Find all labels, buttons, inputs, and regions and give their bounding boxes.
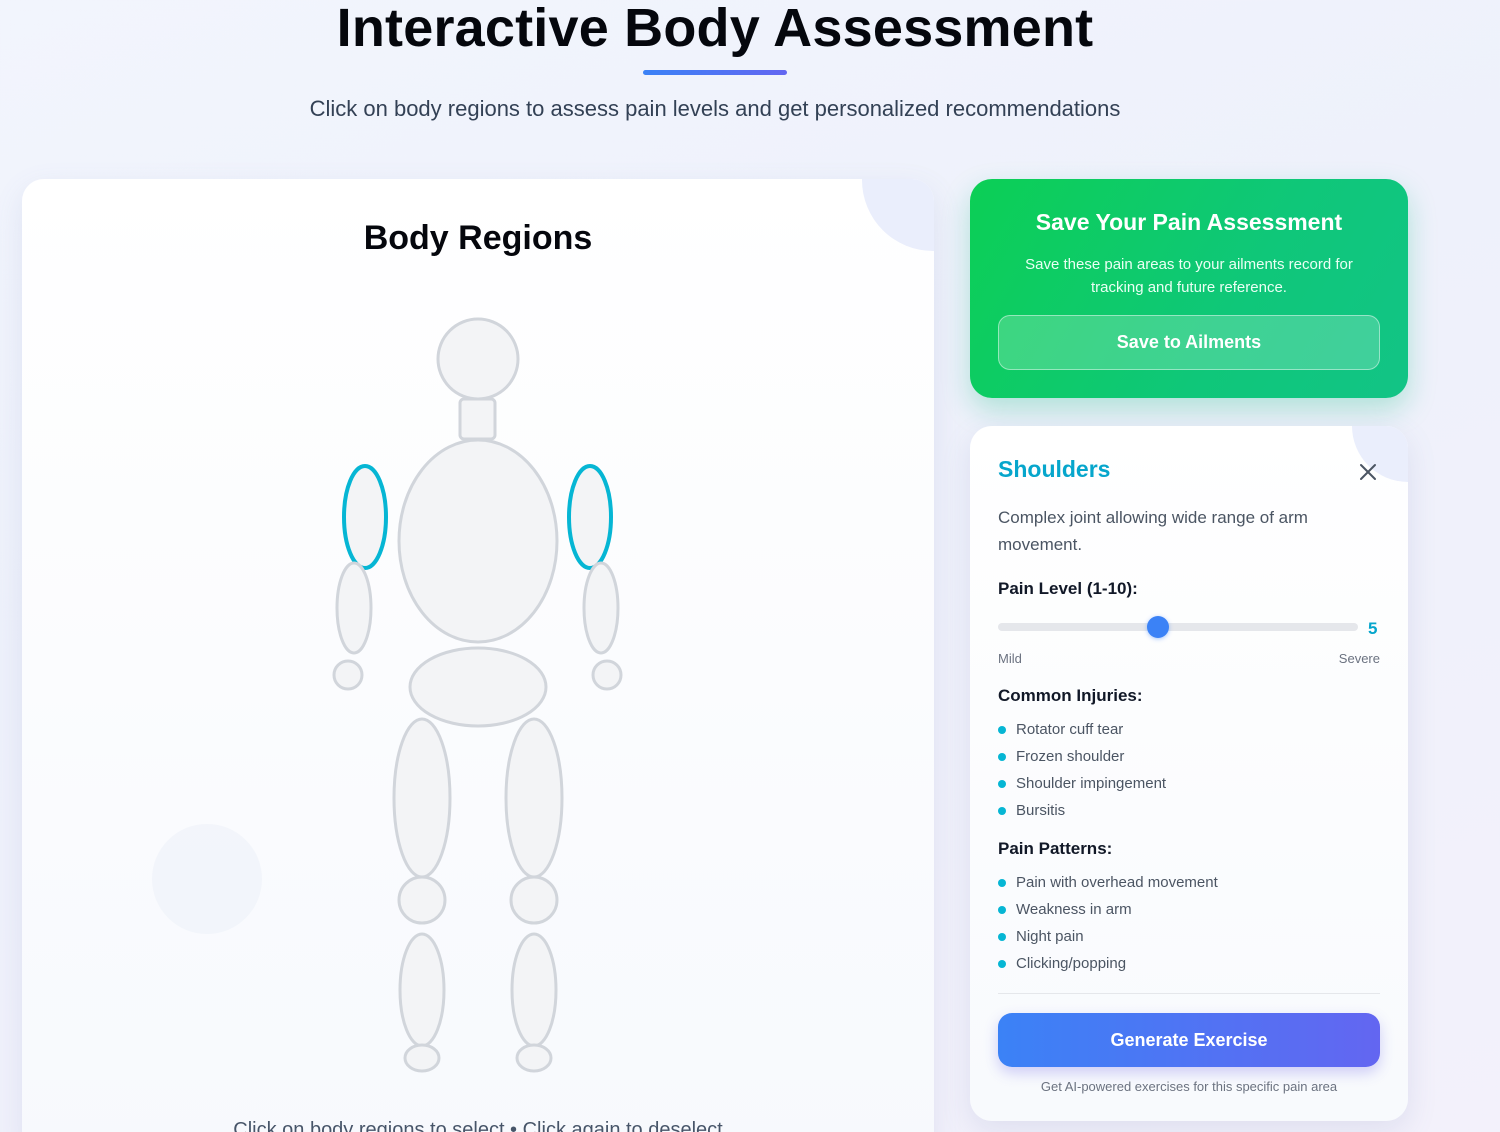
injury-item: Rotator cuff tear bbox=[998, 716, 1166, 743]
common-injuries-title: Common Injuries: bbox=[998, 686, 1143, 705]
injury-item: Bursitis bbox=[998, 797, 1166, 824]
pain-slider-thumb[interactable] bbox=[1147, 616, 1169, 638]
pain-level-value: 5 bbox=[1368, 619, 1378, 638]
save-to-ailments-button[interactable]: Save to Ailments bbox=[998, 315, 1380, 370]
save-assessment-panel: Save Your Pain Assessment Save these pai… bbox=[970, 179, 1408, 398]
region-right-knee[interactable] bbox=[509, 875, 559, 925]
pain-patterns-title: Pain Patterns: bbox=[998, 839, 1113, 858]
title-underline bbox=[643, 70, 787, 75]
scale-max-label: Severe bbox=[1338, 651, 1380, 666]
region-right-hand[interactable] bbox=[591, 659, 623, 691]
region-head[interactable] bbox=[436, 317, 520, 401]
pain-patterns-list: Pain with overhead movement Weakness in … bbox=[998, 869, 1218, 977]
region-left-hand[interactable] bbox=[332, 659, 364, 691]
pain-level-slider[interactable] bbox=[998, 616, 1358, 638]
region-hips[interactable] bbox=[408, 646, 548, 728]
close-icon[interactable] bbox=[1356, 460, 1380, 484]
save-title: Save Your Pain Assessment bbox=[1035, 209, 1343, 235]
pain-level-label: Pain Level (1-10): bbox=[998, 579, 1138, 598]
injury-item: Shoulder impingement bbox=[998, 770, 1166, 797]
region-right-thigh[interactable] bbox=[504, 717, 564, 879]
region-left-thigh[interactable] bbox=[392, 717, 452, 879]
pattern-item: Clicking/popping bbox=[998, 950, 1218, 977]
body-figure bbox=[332, 317, 623, 1073]
region-right-forearm[interactable] bbox=[582, 561, 620, 655]
region-left-knee[interactable] bbox=[397, 875, 447, 925]
pattern-item: Night pain bbox=[998, 923, 1218, 950]
page-subtitle: Click on body regions to assess pain lev… bbox=[309, 96, 1121, 121]
region-title: Shoulders bbox=[998, 456, 1111, 482]
region-right-shoulder[interactable] bbox=[567, 464, 613, 570]
region-left-shoulder[interactable] bbox=[342, 464, 388, 570]
save-description: Save these pain areas to your ailments r… bbox=[1025, 256, 1353, 296]
body-hint: Click on body regions to select • Click … bbox=[233, 1119, 723, 1132]
generate-exercise-button[interactable]: Generate Exercise bbox=[998, 1013, 1380, 1067]
region-left-forearm[interactable] bbox=[335, 561, 373, 655]
pattern-item: Pain with overhead movement bbox=[998, 869, 1218, 896]
region-chest[interactable] bbox=[397, 438, 559, 644]
injury-item: Frozen shoulder bbox=[998, 743, 1166, 770]
region-left-foot[interactable] bbox=[403, 1043, 441, 1073]
region-right-calf[interactable] bbox=[510, 932, 558, 1048]
region-left-calf[interactable] bbox=[398, 932, 446, 1048]
region-detail-panel: Shoulders Complex joint allowing wide ra… bbox=[970, 426, 1408, 1121]
region-right-foot[interactable] bbox=[515, 1043, 553, 1073]
scale-min-label: Mild bbox=[998, 651, 1022, 666]
generate-hint: Get AI-powered exercises for this specif… bbox=[1040, 1079, 1338, 1094]
divider bbox=[998, 993, 1380, 994]
region-description: Complex joint allowing wide range of arm… bbox=[998, 508, 1308, 554]
page-title: Interactive Body Assessment bbox=[336, 0, 1094, 58]
body-regions-panel: Body Regions Click on body regions to se… bbox=[22, 179, 934, 1132]
pattern-item: Weakness in arm bbox=[998, 896, 1218, 923]
region-neck[interactable] bbox=[458, 397, 497, 441]
common-injuries-list: Rotator cuff tear Frozen shoulder Should… bbox=[998, 716, 1166, 824]
